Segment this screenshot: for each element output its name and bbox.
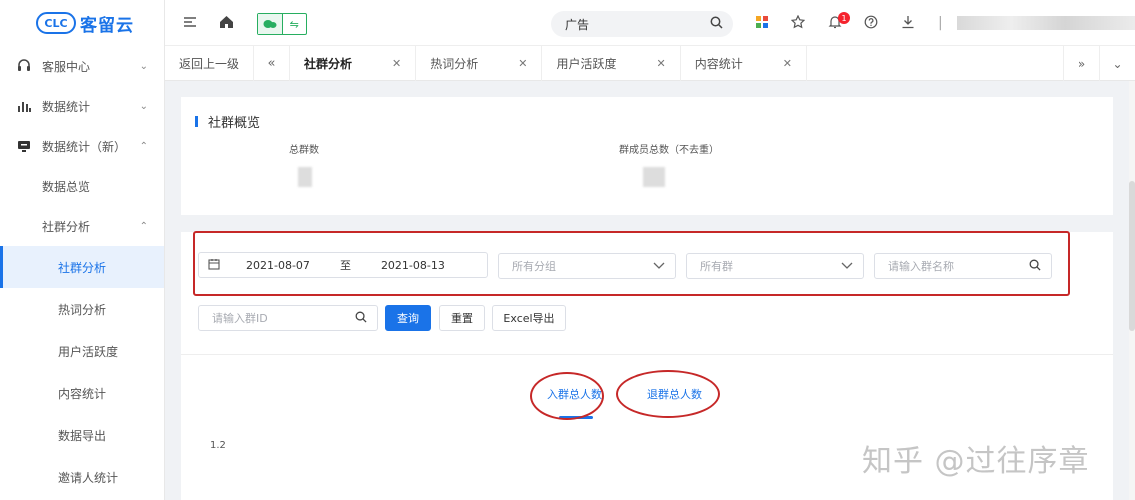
sidebar-item-label: 数据统计 [42,99,91,114]
section-title: 社群概览 [195,112,260,131]
reset-button[interactable]: 重置 [439,305,485,331]
scroll-thumb[interactable] [1129,181,1135,331]
star-icon[interactable] [790,14,806,33]
sidebar-item-label: 客服中心 [42,59,91,74]
back-label: 返回上一级 [179,56,240,71]
app-switch-toggle[interactable]: ⇋ [257,13,307,35]
page-scrollbar[interactable] [1129,81,1135,500]
sidebar-item-community-analysis-group[interactable]: 社群分析 ⌃ [0,206,164,246]
apps-grid-icon[interactable] [755,15,769,33]
chevron-down-icon: ⌄ [139,60,148,72]
sidebar-item-inviter-stats[interactable]: 邀请人统计 [0,456,164,498]
sidebar-item-data-export[interactable]: 数据导出 [0,414,164,456]
annotation-box [193,231,1070,296]
search-icon[interactable] [355,311,367,326]
sidebar: CLC 客留云 客服中心 ⌄ 数据统计 ⌄ 数据统计（新） ⌃ 数据总览 社群分… [0,0,165,500]
total-members-label: 群成员总数（不去重） [619,145,719,156]
wechat-icon [258,14,283,34]
help-icon[interactable] [864,15,878,33]
query-button[interactable]: 查询 [385,305,431,331]
sidebar-item-label: 数据导出 [58,428,107,443]
tab-label: 社群分析 [304,56,353,71]
monitor-icon [16,139,32,153]
close-icon[interactable]: ✕ [392,57,401,70]
brand-name: 客留云 [80,15,134,36]
user-account-blurred[interactable] [957,16,1135,30]
global-search[interactable] [551,11,733,37]
divider: | [938,15,943,31]
sidebar-item-label: 数据统计（新） [42,139,127,154]
home-icon[interactable] [219,15,234,33]
close-icon[interactable]: ✕ [518,57,527,70]
group-id-search-field[interactable]: 请输入群ID [198,305,378,331]
sidebar-item-data-overview[interactable]: 数据总览 [0,166,164,206]
cloud-logo-icon: CLC [36,12,76,34]
total-groups-value-blurred [298,167,312,187]
chevron-down-icon[interactable]: ⌄ [1099,46,1135,81]
tab-label: 内容统计 [694,56,743,71]
sidebar-item-label: 邀请人统计 [58,470,119,485]
sidebar-item-label: 社群分析 [42,219,91,234]
chevron-up-icon: ⌃ [139,140,148,152]
tabs-scroll-right-icon[interactable]: » [1063,46,1099,81]
tab-hotword-analysis[interactable]: 热词分析 ✕ [416,45,543,81]
close-icon[interactable]: ✕ [783,57,792,70]
excel-export-button[interactable]: Excel导出 [492,305,566,331]
total-members-value-blurred [643,167,665,187]
swap-icon: ⇋ [289,17,299,31]
sidebar-item-label: 内容统计 [58,386,107,401]
watermark: 知乎 @过往序章 [862,444,1090,479]
sidebar-item-service-center[interactable]: 客服中心 ⌄ [0,46,164,86]
sidebar-item-data-stats-new[interactable]: 数据统计（新） ⌃ [0,126,164,166]
sidebar-item-user-activity[interactable]: 用户活跃度 [0,330,164,372]
tabs-controls: » ⌄ [1063,46,1135,81]
sidebar-item-label: 热词分析 [58,302,107,317]
tab-user-activity[interactable]: 用户活跃度 ✕ [542,45,681,81]
sidebar-item-content-stats[interactable]: 内容统计 [0,372,164,414]
sidebar-item-label: 数据总览 [42,179,91,194]
headset-icon [16,59,32,73]
page-tabs: 返回上一级 « 社群分析 ✕ 热词分析 ✕ 用户活跃度 ✕ 内容统计 ✕ » ⌄ [165,45,1135,81]
close-icon[interactable]: ✕ [657,57,666,70]
divider [181,354,1113,355]
top-bar: ⇋ 1 | [165,0,1135,46]
tab-label: 热词分析 [430,56,479,71]
notification-count-badge: 1 [838,12,850,24]
search-input[interactable] [565,17,705,31]
annotation-ellipse [530,372,604,420]
tab-label: 用户活跃度 [556,56,617,71]
sidebar-item-label: 社群分析 [58,260,107,275]
sidebar-item-data-stats[interactable]: 数据统计 ⌄ [0,86,164,126]
chevron-up-icon: ⌃ [139,220,148,232]
annotation-ellipse [616,370,720,418]
sidebar-item-hotword-analysis[interactable]: 热词分析 [0,288,164,330]
tabs-scroll-left-icon[interactable]: « [254,45,291,81]
search-icon[interactable] [710,16,723,32]
download-icon[interactable] [901,15,915,33]
tab-content-stats[interactable]: 内容统计 ✕ [681,45,807,81]
overview-card: 社群概览 总群数 群成员总数（不去重） [181,97,1113,215]
sidebar-item-community-analysis[interactable]: 社群分析 [0,246,164,288]
total-groups-label: 总群数 [289,145,319,156]
sidebar-item-label: 用户活跃度 [58,344,119,359]
input-placeholder: 请输入群ID [212,312,268,325]
menu-collapse-icon[interactable] [183,15,197,33]
y-axis-tick-label: 1.2 [210,440,226,451]
tab-community-analysis[interactable]: 社群分析 ✕ [290,45,417,81]
back-button[interactable]: 返回上一级 [165,45,255,81]
brand-logo[interactable]: CLC 客留云 [0,0,164,46]
bar-chart-icon [16,99,32,113]
chevron-down-icon: ⌄ [139,100,148,112]
